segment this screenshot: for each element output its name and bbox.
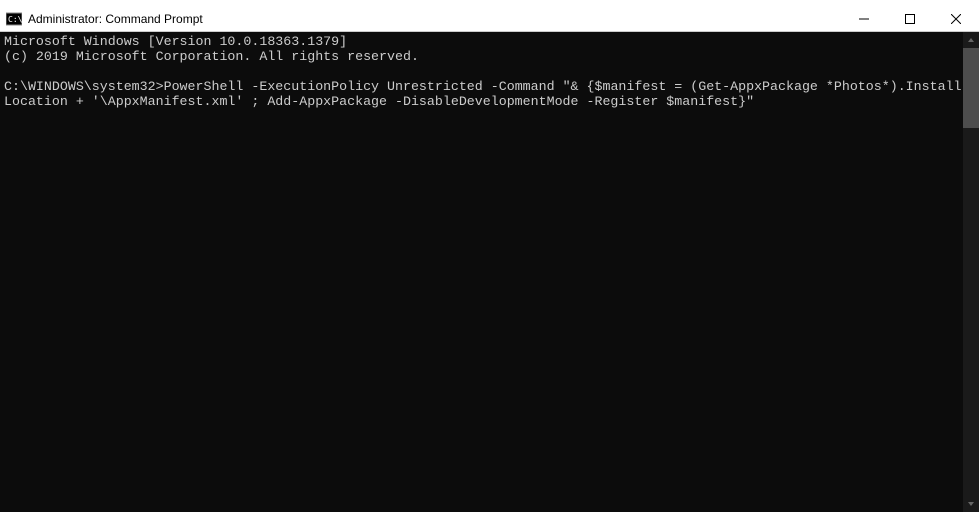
minimize-button[interactable] (841, 6, 887, 31)
scroll-up-arrow-icon[interactable] (963, 32, 979, 48)
close-button[interactable] (933, 6, 979, 31)
cropped-upper-region (0, 0, 979, 6)
scroll-down-arrow-icon[interactable] (963, 496, 979, 512)
terminal-output[interactable]: Microsoft Windows [Version 10.0.18363.13… (0, 32, 963, 512)
vertical-scrollbar[interactable] (963, 32, 979, 512)
cmd-icon: C:\ (6, 11, 22, 27)
window-title: Administrator: Command Prompt (28, 12, 203, 26)
svg-text:C:\: C:\ (8, 15, 22, 24)
scroll-track[interactable] (963, 48, 979, 496)
banner-line-2: (c) 2019 Microsoft Corporation. All righ… (4, 49, 419, 64)
banner-line-1: Microsoft Windows [Version 10.0.18363.13… (4, 34, 347, 49)
maximize-button[interactable] (887, 6, 933, 31)
titlebar-left: C:\ Administrator: Command Prompt (0, 11, 203, 27)
window-controls (841, 6, 979, 31)
window-titlebar: C:\ Administrator: Command Prompt (0, 6, 979, 32)
prompt: C:\WINDOWS\system32> (4, 79, 164, 94)
scroll-thumb[interactable] (963, 48, 979, 128)
terminal-container: Microsoft Windows [Version 10.0.18363.13… (0, 32, 979, 512)
